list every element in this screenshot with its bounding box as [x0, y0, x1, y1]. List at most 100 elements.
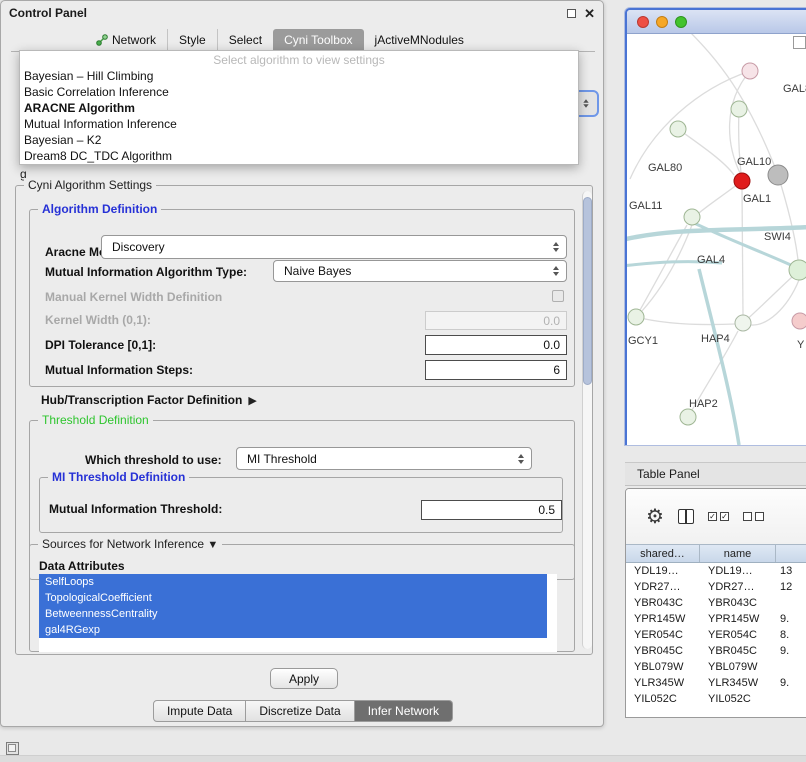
algorithm-option[interactable]: Bayesian – K2	[20, 132, 578, 148]
field-value: 0.5	[538, 503, 555, 517]
aracne-mode-combo[interactable]: Discovery	[101, 235, 567, 259]
data-attributes-list[interactable]: SelfLoops TopologicalCoefficient Between…	[39, 574, 557, 652]
dpi-tolerance-field[interactable]: 0.0	[425, 335, 567, 355]
table-cell: YBR045C	[626, 643, 700, 659]
table-cell: YDL19…	[700, 563, 776, 579]
minimize-traffic-light[interactable]	[656, 16, 668, 28]
deselect-all-icon[interactable]	[743, 512, 764, 521]
table-toolbar: ⚙ ✓ ✓	[626, 489, 806, 544]
network-edge	[642, 225, 692, 311]
table-cell: YDR27…	[700, 579, 776, 595]
network-node-label: GCY1	[628, 335, 658, 347]
canvas-corner-box[interactable]	[793, 36, 806, 49]
column-header[interactable]	[776, 545, 806, 562]
apply-label: Apply	[289, 672, 319, 686]
network-node[interactable]	[731, 101, 747, 117]
table-row[interactable]: YDR27…YDR27…12	[626, 579, 806, 595]
network-node[interactable]	[768, 165, 788, 185]
algorithm-option[interactable]: Mutual Information Inference	[20, 116, 578, 132]
network-window-titlebar[interactable]	[627, 10, 806, 34]
table-cell: YER054C	[700, 627, 776, 643]
table-cell: YIL052C	[626, 691, 700, 707]
select-all-icon[interactable]: ✓ ✓	[708, 512, 729, 521]
table-row[interactable]: YIL052CYIL052C	[626, 691, 806, 707]
table-panel-titlebar[interactable]: Table Panel	[625, 462, 806, 486]
table-cell: YLR345W	[700, 675, 776, 691]
algorithm-option-selected[interactable]: ARACNE Algorithm	[20, 100, 578, 116]
algorithm-option[interactable]: Dream8 DC_TDC Algorithm	[20, 148, 578, 164]
network-edge	[636, 225, 687, 317]
table-row[interactable]: YBR045CYBR045C9.	[626, 643, 806, 659]
hub-definition-disclosure[interactable]: Hub/Transcription Factor Definition ▶	[41, 393, 257, 407]
network-node[interactable]	[670, 121, 686, 137]
column-header[interactable]: name	[700, 545, 776, 562]
table-row[interactable]: YLR345WYLR345W9.	[626, 675, 806, 691]
network-node[interactable]	[742, 63, 758, 79]
settings-scrollbar[interactable]	[582, 191, 592, 649]
close-icon[interactable]: ✕	[584, 7, 595, 20]
attribute-item-selected[interactable]: SelfLoops	[39, 574, 547, 590]
mi-threshold-field[interactable]: 0.5	[421, 500, 562, 520]
table-row[interactable]: YDL19…YDL19…13	[626, 563, 806, 579]
tab-jactivemnodules[interactable]: jActiveMNodules	[364, 29, 475, 51]
mi-steps-field[interactable]: 6	[425, 360, 567, 380]
field-value: 0.0	[543, 314, 560, 328]
network-node[interactable]	[628, 309, 644, 325]
gear-icon[interactable]: ⚙	[646, 507, 664, 527]
network-node[interactable]	[734, 173, 750, 189]
tab-style[interactable]: Style	[167, 29, 217, 51]
tab-impute-data[interactable]: Impute Data	[153, 700, 246, 722]
tab-cyni-toolbox[interactable]: Cyni Toolbox	[273, 29, 363, 51]
field-value: 6	[553, 363, 560, 377]
which-threshold-combo[interactable]: MI Threshold	[236, 447, 532, 470]
tab-infer-network[interactable]: Infer Network	[355, 700, 453, 722]
network-canvas[interactable]: GAL8GAL80GAL10GAL11GAL1SWI4GAL4GCY1HAP4H…	[627, 34, 806, 445]
tab-discretize-data[interactable]: Discretize Data	[246, 700, 354, 722]
apply-button[interactable]: Apply	[270, 668, 338, 689]
network-edge	[678, 129, 734, 175]
network-node[interactable]	[792, 313, 806, 329]
scrollbar-thumb[interactable]	[583, 197, 592, 385]
network-node-label: GAL4	[697, 254, 725, 266]
sources-title: Sources for Network Inference	[42, 537, 204, 551]
manual-kernel-checkbox[interactable]	[552, 290, 564, 302]
tab-select[interactable]: Select	[217, 29, 273, 51]
column-selector-icon[interactable]	[678, 509, 694, 524]
network-node[interactable]	[735, 315, 751, 331]
collapsed-arrow-icon: ▶	[248, 394, 256, 407]
expanded-arrow-icon[interactable]: ▼	[207, 539, 218, 551]
tab-label: Cyni Toolbox	[284, 33, 352, 47]
network-edge	[743, 277, 792, 323]
group-legend: Cyni Algorithm Settings	[24, 178, 156, 192]
network-node-label: HAP2	[689, 398, 718, 410]
algorithm-option[interactable]: Basic Correlation Inference	[20, 84, 578, 100]
attribute-item-selected[interactable]: BetweennessCentrality	[39, 606, 547, 622]
zoom-traffic-light[interactable]	[675, 16, 687, 28]
tab-network[interactable]: Network	[85, 29, 167, 51]
restore-panel-icon[interactable]	[6, 742, 19, 755]
dpi-tolerance-label: DPI Tolerance [0,1]:	[45, 335, 156, 355]
table-row[interactable]: YER054CYER054C8.	[626, 627, 806, 643]
network-node[interactable]	[680, 409, 696, 425]
table-cell: YPR145W	[700, 611, 776, 627]
field-value: 0.0	[543, 338, 560, 352]
float-window-icon[interactable]	[567, 9, 576, 18]
attribute-item-selected[interactable]: TopologicalCoefficient	[39, 590, 547, 606]
network-node[interactable]	[684, 209, 700, 225]
group-legend: Algorithm Definition	[38, 202, 161, 216]
network-node-label: GAL8	[783, 83, 806, 95]
algorithm-option[interactable]: Bayesian – Hill Climbing	[20, 68, 578, 84]
network-node[interactable]	[789, 260, 806, 280]
tab-label: Style	[179, 33, 206, 47]
control-panel-titlebar[interactable]: Control Panel ✕	[1, 1, 603, 25]
table-row[interactable]: YBR043CYBR043C	[626, 595, 806, 611]
table-header: shared… name	[626, 544, 806, 563]
table-cell: YBL079W	[626, 659, 700, 675]
table-row[interactable]: YBL079WYBL079W	[626, 659, 806, 675]
attribute-item-selected[interactable]: gal4RGexp	[39, 622, 547, 638]
column-header[interactable]: shared…	[626, 545, 700, 562]
close-traffic-light[interactable]	[637, 16, 649, 28]
mi-type-combo[interactable]: Naive Bayes	[273, 260, 567, 282]
table-row[interactable]: YPR145WYPR145W9.	[626, 611, 806, 627]
table-cell: 9.	[776, 611, 806, 627]
